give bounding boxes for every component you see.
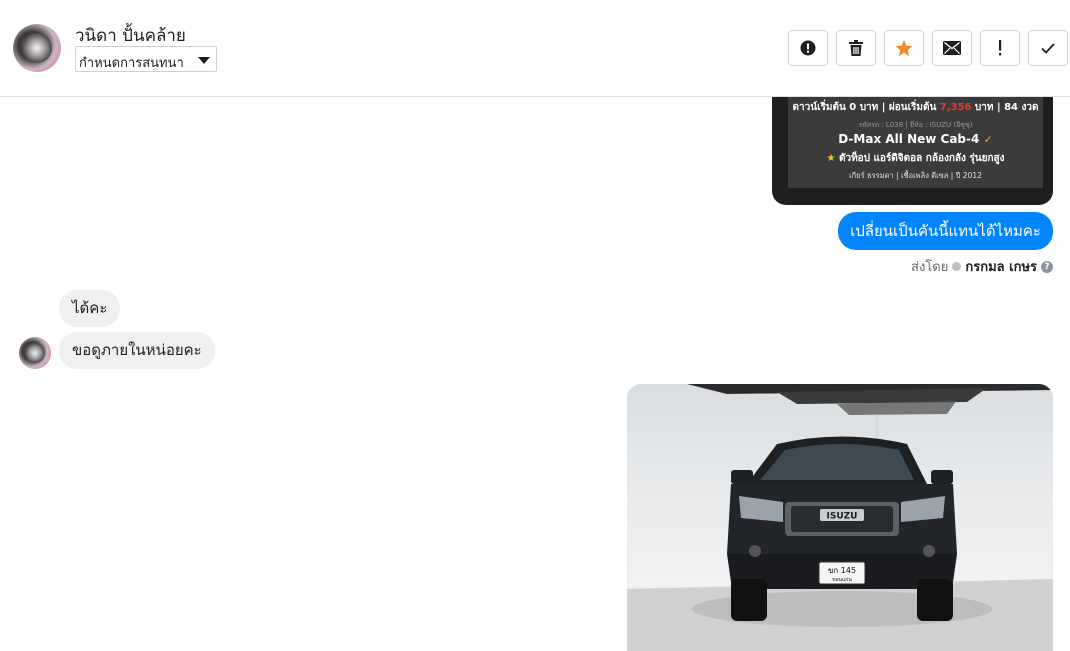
grille-badge: ISUZU [827, 512, 858, 522]
done-button[interactable] [1028, 30, 1068, 66]
outgoing-message[interactable]: เปลี่ยนเป็นคันนี้แทนได้ไหมคะ [838, 212, 1053, 250]
incoming-message[interactable]: ได้คะ [59, 290, 121, 327]
mark-unread-button[interactable] [932, 30, 972, 66]
car-photo[interactable]: ISUZU ขก 145 ขอนแก่น [627, 384, 1053, 651]
star-icon: ★ [826, 153, 836, 164]
contact-name[interactable]: วนิดา ปั้นคล้าย [75, 22, 186, 49]
plate-province: ขอนแก่น [832, 577, 852, 583]
envelope-icon [943, 41, 961, 55]
car-promo-image[interactable]: ดาวน์เริ่มต้น 0 บาท | ผ่อนเริ่มต้น 7,356… [772, 97, 1053, 205]
check-icon [1041, 42, 1055, 54]
trash-icon [849, 40, 863, 56]
star-icon [895, 39, 913, 56]
mark-spam-button[interactable] [788, 30, 828, 66]
delete-button[interactable] [836, 30, 876, 66]
conversation-header: วนิดา ปั้นคล้าย กำหนดการสนทนา [0, 0, 1070, 97]
conversation-status-select[interactable]: กำหนดการสนทนา [75, 46, 217, 72]
promo-specs: เกียร์ ธรรมดา | เชื้อเพลิง ดีเซล | ปี 20… [849, 171, 982, 180]
status-dot-icon [952, 262, 962, 271]
promo-model-title: D-Max All New Cab-4 ✓ [838, 132, 993, 146]
help-icon[interactable]: ? [1041, 260, 1053, 273]
incoming-message[interactable]: ขอดูภายในหน่อยคะ [59, 332, 215, 369]
promo-monthly-price: 7,356 [939, 102, 972, 113]
car-photo-illustration: ISUZU ขก 145 ขอนแก่น [627, 384, 1053, 651]
follow-up-button[interactable] [980, 30, 1020, 66]
conversation-status-value: กำหนดการสนทนา [79, 56, 184, 71]
promo-features: ★ ตัวท็อป แอร์ดิจิตอล กล้องกลัง รุ่นยกสู… [826, 153, 1005, 164]
promo-price-line: ดาวน์เริ่มต้น 0 บาท | ผ่อนเริ่มต้น 7,356… [792, 102, 1039, 113]
star-button[interactable] [884, 30, 924, 66]
promo-card: ดาวน์เริ่มต้น 0 บาท | ผ่อนเริ่มต้น 7,356… [788, 97, 1043, 188]
verified-check-icon: ✓ [983, 133, 993, 146]
sent-by-label: ส่งโดย [911, 260, 949, 275]
plate-number: ขก 145 [828, 566, 856, 575]
promo-code-line: รหัสรถ : L038 | ยี่ห้อ : ISUZU (อีซูซุ) [858, 121, 973, 129]
sender-name[interactable]: กรกมล เกษร [965, 256, 1037, 277]
caret-down-icon [198, 57, 210, 64]
exclamation-icon [999, 40, 1002, 56]
alert-circle-icon [800, 40, 816, 56]
contact-avatar[interactable] [13, 24, 61, 72]
sender-avatar[interactable] [19, 337, 51, 369]
sent-by-line: ส่งโดย กรกมล เกษร ? [911, 256, 1053, 277]
